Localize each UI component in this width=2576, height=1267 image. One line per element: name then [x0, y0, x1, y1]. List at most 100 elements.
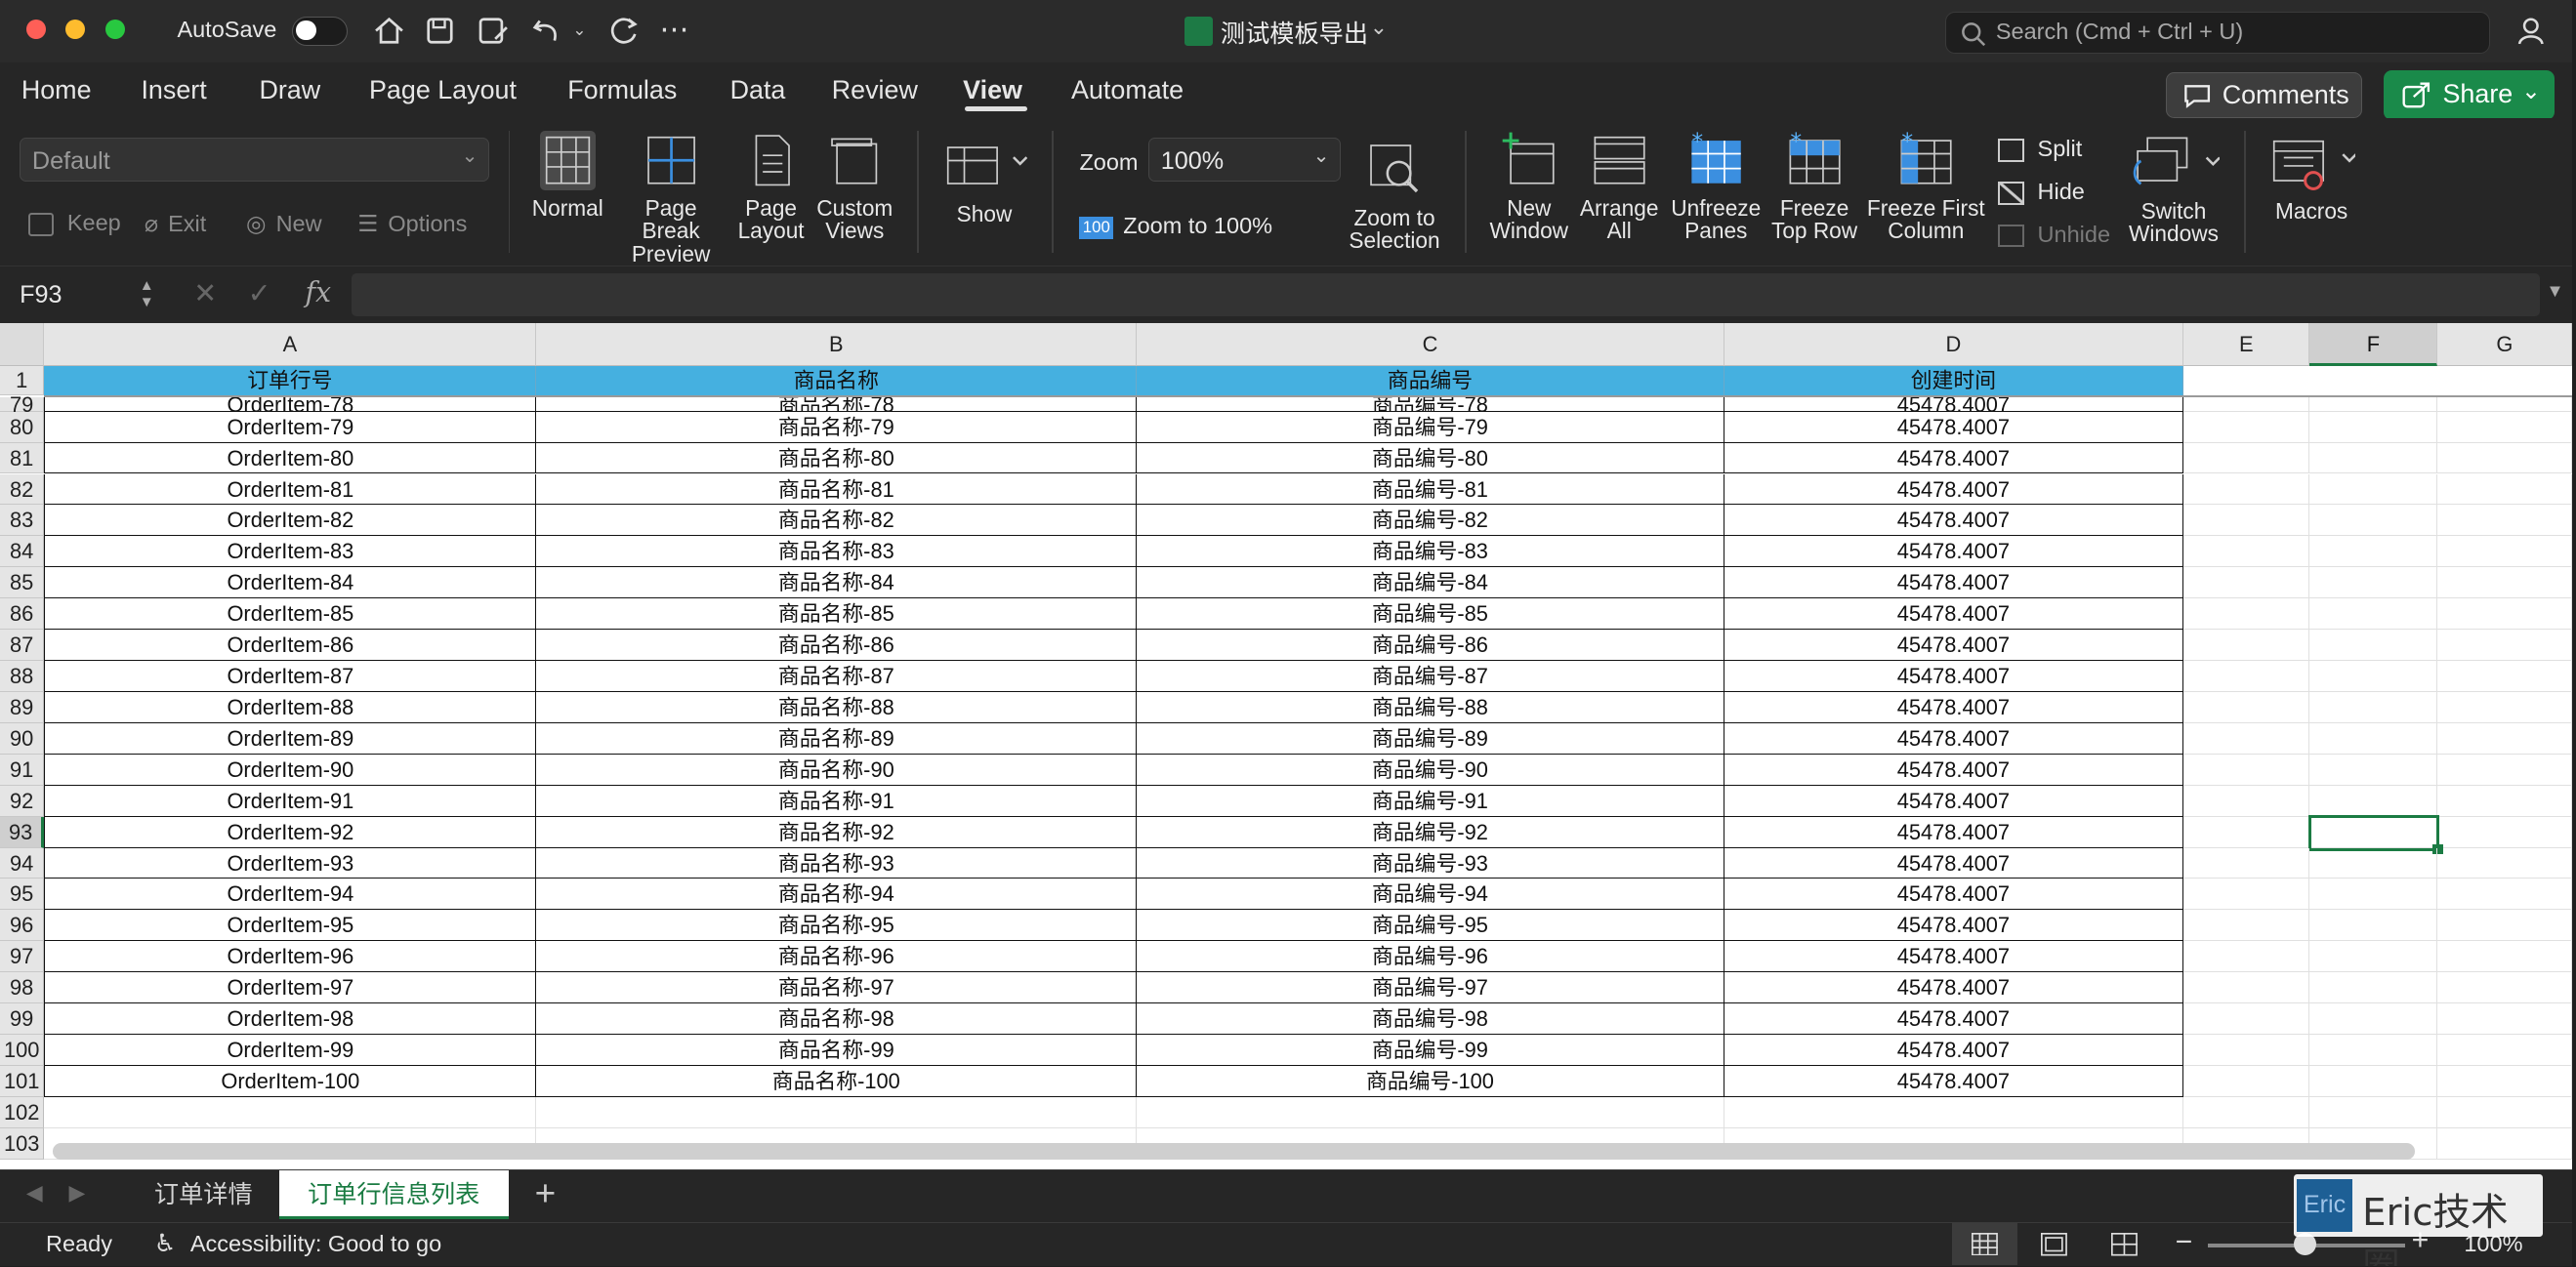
- row-header[interactable]: 100: [0, 1035, 45, 1066]
- new-sheet-view-button[interactable]: ◎ New: [246, 210, 322, 237]
- table-cell[interactable]: OrderItem-87: [44, 661, 537, 692]
- empty-cell[interactable]: [2309, 754, 2438, 786]
- save-as-icon[interactable]: [476, 13, 512, 49]
- empty-cell[interactable]: [2437, 754, 2573, 786]
- hide-button[interactable]: Hide: [1998, 179, 2085, 205]
- empty-cell[interactable]: [44, 1096, 537, 1128]
- table-cell[interactable]: 商品名称-96: [536, 941, 1138, 973]
- empty-cell[interactable]: [2183, 396, 2310, 412]
- table-cell[interactable]: 商品名称-81: [536, 473, 1138, 506]
- table-cell[interactable]: 商品编号-91: [1137, 785, 1724, 817]
- formula-input[interactable]: [351, 272, 2540, 316]
- table-cell[interactable]: 商品名称-100: [536, 1065, 1138, 1097]
- table-cell[interactable]: OrderItem-93: [44, 847, 537, 879]
- table-cell[interactable]: OrderItem-85: [44, 598, 537, 631]
- table-cell[interactable]: 45478.4007: [1724, 1003, 2184, 1036]
- row-header[interactable]: 83: [0, 505, 45, 537]
- table-cell[interactable]: 商品名称-94: [536, 879, 1138, 911]
- empty-cell[interactable]: [2437, 847, 2573, 879]
- table-cell[interactable]: 45478.4007: [1724, 1065, 2184, 1097]
- empty-cell[interactable]: [2183, 411, 2310, 443]
- table-cell[interactable]: 商品编号-93: [1137, 847, 1724, 879]
- row-header[interactable]: 79: [0, 393, 45, 415]
- table-cell[interactable]: 45478.4007: [1724, 411, 2184, 443]
- zoom-to-selection-button[interactable]: Zoom to Selection: [1339, 141, 1450, 252]
- table-cell[interactable]: OrderItem-80: [44, 442, 537, 474]
- empty-cell[interactable]: [2183, 598, 2310, 631]
- table-cell[interactable]: 商品名称-84: [536, 567, 1138, 599]
- table-cell[interactable]: 45478.4007: [1724, 473, 2184, 506]
- empty-cell[interactable]: [2309, 396, 2438, 412]
- row-header[interactable]: 80: [0, 411, 45, 443]
- table-cell[interactable]: 45478.4007: [1724, 505, 2184, 537]
- empty-cell[interactable]: [2183, 567, 2310, 599]
- table-cell[interactable]: 商品名称-95: [536, 910, 1138, 942]
- table-cell[interactable]: 商品名称-87: [536, 661, 1138, 692]
- table-cell[interactable]: OrderItem-94: [44, 879, 537, 911]
- empty-cell[interactable]: [2183, 505, 2310, 537]
- empty-cell[interactable]: [2437, 1127, 2573, 1160]
- table-cell[interactable]: 45478.4007: [1724, 722, 2184, 755]
- table-cell[interactable]: 45478.4007: [1724, 941, 2184, 973]
- expand-formula-icon[interactable]: ▼: [2546, 280, 2563, 302]
- page-break-preview-button[interactable]: Page Break Preview: [613, 131, 728, 266]
- empty-cell[interactable]: [2183, 816, 2310, 848]
- page-layout-view-button[interactable]: Page Layout: [733, 131, 809, 242]
- account-icon[interactable]: [2514, 13, 2551, 56]
- cancel-entry-icon[interactable]: ✕: [193, 276, 217, 310]
- table-cell[interactable]: 商品编号-90: [1137, 754, 1724, 786]
- header-cell[interactable]: 商品编号: [1137, 365, 1724, 395]
- tab-draw[interactable]: Draw: [259, 75, 320, 105]
- table-cell[interactable]: 45478.4007: [1724, 816, 2184, 848]
- arrange-all-button[interactable]: Arrange All: [1575, 131, 1664, 242]
- empty-cell[interactable]: [2437, 473, 2573, 506]
- tab-home[interactable]: Home: [21, 75, 92, 105]
- maximize-window-button[interactable]: [104, 20, 125, 40]
- table-cell[interactable]: 商品编号-81: [1137, 473, 1724, 506]
- row-header[interactable]: 98: [0, 972, 45, 1004]
- tab-insert[interactable]: Insert: [141, 75, 206, 105]
- undo-dropdown-icon[interactable]: ⌄: [572, 20, 586, 40]
- table-cell[interactable]: OrderItem-99: [44, 1035, 537, 1066]
- tab-page-layout[interactable]: Page Layout: [369, 75, 517, 105]
- empty-cell[interactable]: [2309, 473, 2438, 506]
- table-cell[interactable]: 商品编号-92: [1137, 816, 1724, 848]
- zoom-out-icon[interactable]: −: [2176, 1226, 2193, 1259]
- table-cell[interactable]: OrderItem-78: [44, 396, 537, 412]
- table-cell[interactable]: 商品名称-79: [536, 411, 1138, 443]
- table-cell[interactable]: OrderItem-100: [44, 1065, 537, 1097]
- empty-cell[interactable]: [2309, 1096, 2438, 1128]
- empty-cell[interactable]: [1724, 1096, 2184, 1128]
- select-all-corner[interactable]: [0, 322, 45, 366]
- horizontal-scrollbar[interactable]: [52, 1142, 2415, 1160]
- table-cell[interactable]: OrderItem-84: [44, 567, 537, 599]
- table-cell[interactable]: 商品名称-82: [536, 505, 1138, 537]
- empty-cell[interactable]: [2183, 661, 2310, 692]
- empty-cell[interactable]: [2309, 847, 2438, 879]
- table-cell[interactable]: 商品名称-83: [536, 536, 1138, 568]
- autosave-toggle[interactable]: [292, 16, 349, 47]
- search-box[interactable]: Search (Cmd + Ctrl + U): [1945, 11, 2491, 55]
- empty-cell[interactable]: [2309, 879, 2438, 911]
- table-cell[interactable]: OrderItem-82: [44, 505, 537, 537]
- empty-cell[interactable]: [2309, 536, 2438, 568]
- custom-views-button[interactable]: Custom Views: [813, 131, 895, 242]
- row-header[interactable]: 86: [0, 598, 45, 631]
- empty-cell[interactable]: [2437, 941, 2573, 973]
- table-cell[interactable]: 商品编号-80: [1137, 442, 1724, 474]
- empty-cell[interactable]: [536, 1096, 1138, 1128]
- table-cell[interactable]: 商品编号-96: [1137, 941, 1724, 973]
- table-cell[interactable]: 商品名称-99: [536, 1035, 1138, 1066]
- row-header[interactable]: 81: [0, 442, 45, 474]
- table-cell[interactable]: 45478.4007: [1724, 1035, 2184, 1066]
- home-icon[interactable]: [371, 13, 407, 49]
- table-cell[interactable]: 商品编号-85: [1137, 598, 1724, 631]
- table-cell[interactable]: 商品名称-80: [536, 442, 1138, 474]
- normal-view-button[interactable]: Normal: [528, 131, 607, 220]
- empty-cell[interactable]: [2309, 1065, 2438, 1097]
- undo-icon[interactable]: [528, 13, 564, 49]
- row-header[interactable]: 85: [0, 567, 45, 599]
- table-cell[interactable]: 45478.4007: [1724, 847, 2184, 879]
- minimize-window-button[interactable]: [65, 20, 86, 40]
- empty-cell[interactable]: [2309, 1035, 2438, 1066]
